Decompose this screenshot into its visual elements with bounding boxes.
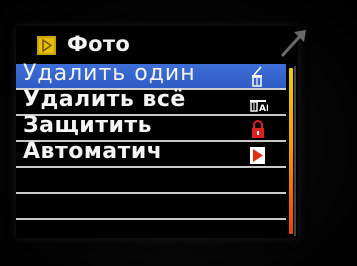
page-title: Фото bbox=[67, 32, 131, 56]
title-bar: Фото bbox=[16, 26, 298, 64]
scroll-track bbox=[294, 66, 296, 236]
menu-item-label: Удалить всё bbox=[23, 87, 186, 112]
scroll-thumb[interactable] bbox=[289, 68, 293, 234]
trash-all-icon: ALL bbox=[248, 92, 278, 114]
camera-display-frame: Фото Удалить один Удалить всё A Защитить… bbox=[0, 0, 357, 266]
svg-text:ALL: ALL bbox=[259, 104, 268, 114]
menu-item-label: Защитить bbox=[23, 113, 153, 138]
play-icon bbox=[248, 144, 268, 166]
menu-item-label: Удалить один bbox=[23, 61, 196, 86]
play-file-icon bbox=[37, 36, 56, 55]
trash-single-icon bbox=[248, 66, 268, 88]
lcd-screen: Фото Удалить один Удалить всё A Защитить… bbox=[16, 26, 306, 238]
menu-item-label: Автоматич bbox=[23, 139, 163, 164]
menu-item-auto[interactable]: Автоматич bbox=[16, 139, 286, 168]
return-arrow-icon[interactable] bbox=[278, 26, 310, 60]
scrollbar[interactable] bbox=[286, 64, 298, 238]
lock-icon bbox=[248, 118, 268, 140]
menu-item-empty bbox=[16, 168, 286, 194]
menu-item-empty bbox=[16, 194, 286, 220]
menu-list: Удалить один Удалить всё A Защитить Авто… bbox=[16, 61, 286, 238]
